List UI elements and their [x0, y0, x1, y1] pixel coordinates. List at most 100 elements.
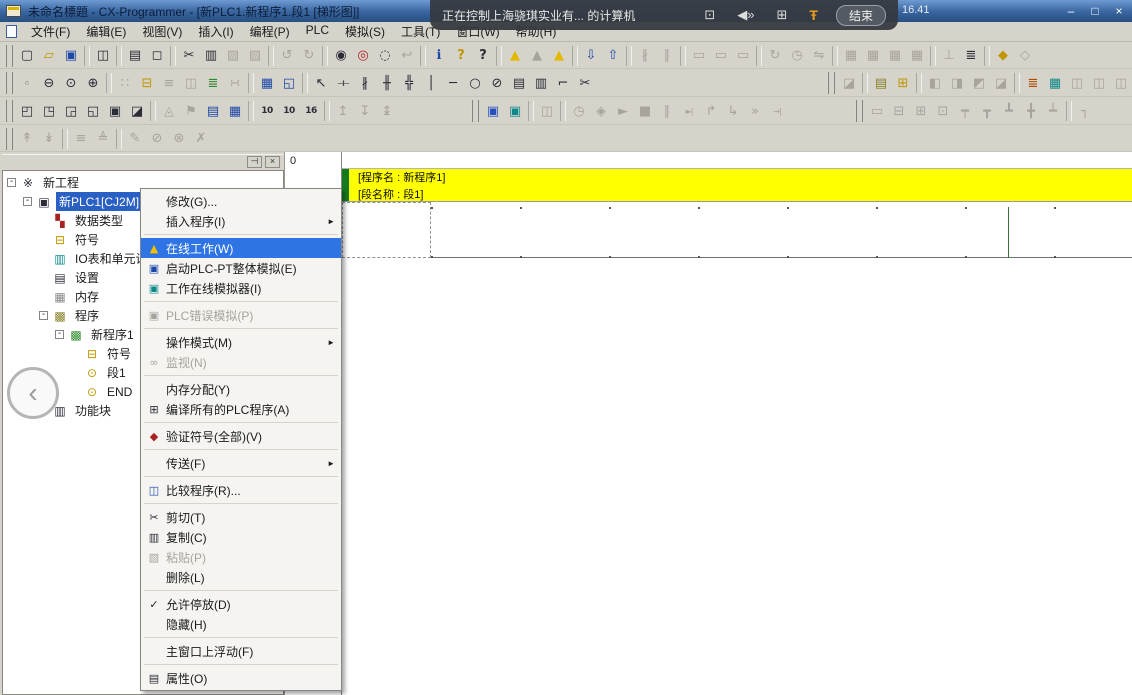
menu-allow-docking[interactable]: ✓ 允许停放(D) [141, 594, 341, 614]
menu-paste[interactable]: ▧ 粘贴(P) [141, 547, 341, 567]
forced-status-button[interactable]: ◫ [1066, 73, 1088, 93]
force-off-button[interactable]: ↧ [354, 101, 376, 121]
menu-plc-error-simulation[interactable]: ▣ PLC错误模拟(P) [141, 305, 341, 325]
release-access-button[interactable]: ⇋ [808, 46, 830, 66]
stack-online-button[interactable]: ▤ [870, 73, 892, 93]
open-button[interactable]: ▱ [38, 46, 60, 66]
context-help-button[interactable]: ? [472, 46, 494, 66]
window-link-button[interactable]: ◲ [60, 101, 82, 121]
cross-reference-button[interactable]: ⊥ [938, 46, 960, 66]
simulator-window-button[interactable]: ▣ [504, 101, 526, 121]
local-symbols-button[interactable]: ≡ [158, 73, 180, 93]
sim-pause-button[interactable]: ∥ [656, 101, 678, 121]
outdent-comment-button[interactable]: ↡ [38, 129, 60, 149]
net-merge-button[interactable]: ┻ [998, 101, 1020, 121]
list-view-button[interactable]: ≡ [70, 129, 92, 149]
print-preview-button[interactable]: ◻ [146, 46, 168, 66]
sim-step-out-button[interactable]: ↳ [722, 101, 744, 121]
sim-step-button[interactable]: ►| [678, 101, 700, 121]
minimize-button[interactable]: – [1064, 2, 1078, 20]
window-arrange-button[interactable]: ◳ [38, 101, 60, 121]
online-edit-send-button[interactable]: ◇ [1014, 46, 1036, 66]
closed-contact-button[interactable]: ∦ [354, 73, 376, 93]
menubar-insert[interactable]: 插入(I) [190, 21, 241, 42]
fb-define-button[interactable]: ▭ [866, 101, 888, 121]
zoom-fit-button[interactable]: ∘ [16, 73, 38, 93]
help-button[interactable]: ? [450, 46, 472, 66]
close-panel-button[interactable]: × [265, 156, 280, 168]
open-contact-or-button[interactable]: ╫ [376, 73, 398, 93]
dock-pin-button[interactable]: ⊣ [247, 156, 262, 168]
menu-copy[interactable]: ▥ 复制(C) [141, 527, 341, 547]
force-on-button[interactable]: ↥ [332, 101, 354, 121]
window-properties-button[interactable]: ◪ [126, 101, 148, 121]
indent-comment-button[interactable]: ↟ [16, 129, 38, 149]
time-chart-button[interactable]: ▦ [906, 46, 928, 66]
open-coil-button[interactable]: ○ [464, 73, 486, 93]
menu-validate-symbols-all[interactable]: ◆ 验证符号(全部)(V) [141, 426, 341, 446]
address-monitor-button[interactable]: ▦ [224, 101, 246, 121]
vertical-line-button[interactable]: │ [420, 73, 442, 93]
new-file-button[interactable]: ▢ [16, 46, 38, 66]
symbol-delete-button[interactable]: ◨ [946, 73, 968, 93]
net-end-button[interactable]: ┷ [1042, 101, 1064, 121]
watch-window-button[interactable]: ◱ [278, 73, 300, 93]
tree-expander[interactable] [39, 292, 48, 301]
mdi-document-icon[interactable] [6, 25, 17, 38]
sim-stop-button[interactable]: ■ [634, 101, 656, 121]
sim-mode-button[interactable]: ◈ [590, 101, 612, 121]
sim-step-in-button[interactable]: ↱ [700, 101, 722, 121]
net-cross-button[interactable]: ╋ [1020, 101, 1042, 121]
outline-view-button[interactable]: ≜ [92, 129, 114, 149]
sim-scan-button[interactable]: ◫ [536, 101, 558, 121]
pv-monitor-button[interactable]: ◫ [1110, 73, 1132, 93]
special-unit-button[interactable]: ▦ [862, 46, 884, 66]
find-button[interactable]: ◉ [330, 46, 352, 66]
zoom-out-button[interactable]: ⊖ [38, 73, 60, 93]
restore-button[interactable]: □ [1088, 2, 1102, 20]
menubar-simulation[interactable]: 模拟(S) [337, 21, 393, 42]
compile-button[interactable]: ▲ [504, 46, 526, 66]
tree-expander[interactable] [71, 349, 80, 358]
tree-expander[interactable] [39, 273, 48, 282]
io-comment-button[interactable]: ⊞ [892, 73, 914, 93]
redo-button[interactable]: ↻ [298, 46, 320, 66]
grid-toggle-button[interactable]: ∷ [114, 73, 136, 93]
find-in-project-button[interactable]: ◫ [92, 46, 114, 66]
monitor-view-button[interactable]: ◫ [180, 73, 202, 93]
decimal-display-button[interactable]: 10 [256, 101, 278, 121]
symbol-up-button[interactable]: ◩ [968, 73, 990, 93]
display-select-button[interactable]: ⊞ [777, 7, 788, 23]
delete-connection-button[interactable]: ✂ [574, 73, 596, 93]
menu-properties[interactable]: ▤ 属性(O) [141, 668, 341, 688]
paste-special-button[interactable]: ▨ [244, 46, 266, 66]
hex-display-button[interactable]: 16 [300, 101, 322, 121]
fullscreen-button[interactable]: ⊡ [704, 7, 715, 23]
open-contact-button[interactable]: ⊣⊢ [332, 73, 354, 93]
menu-cut[interactable]: ✂ 剪切(T) [141, 507, 341, 527]
window-split-button[interactable]: ◱ [82, 101, 104, 121]
tree-expander[interactable]: - [39, 311, 48, 320]
menubar-program[interactable]: 编程(P) [242, 21, 298, 42]
find-bit-address-button[interactable]: ◬ [158, 101, 180, 121]
select-tool-button[interactable]: ↖ [310, 73, 332, 93]
work-online-simulator-button[interactable]: ▣ [482, 101, 504, 121]
end-session-button[interactable]: 结束 [836, 5, 886, 26]
bit-monitor-button[interactable]: ▦ [1044, 73, 1066, 93]
replace-symbol-button[interactable]: ◎ [352, 46, 374, 66]
menubar-plc[interactable]: PLC [298, 21, 337, 42]
address-reference-button[interactable]: ▦ [256, 73, 278, 93]
watch-sheet-button[interactable]: ▤ [202, 101, 224, 121]
menu-modify[interactable]: 修改(G)... [141, 191, 341, 211]
remote-side-panel-toggle[interactable]: ‹ [7, 367, 59, 419]
zoom-in-button[interactable]: ⊕ [82, 73, 104, 93]
io-table-button[interactable]: ▦ [840, 46, 862, 66]
clock-sync-button[interactable]: ◷ [786, 46, 808, 66]
symbol-down-button[interactable]: ◪ [990, 73, 1012, 93]
print-button[interactable]: ▤ [124, 46, 146, 66]
rack-view-button[interactable]: ≣ [960, 46, 982, 66]
rung-comment-button[interactable]: ∺ [224, 73, 246, 93]
find-replace-button[interactable]: ◌ [374, 46, 396, 66]
data-trace-button[interactable]: ▦ [884, 46, 906, 66]
menubar-edit[interactable]: 编辑(E) [78, 21, 134, 42]
